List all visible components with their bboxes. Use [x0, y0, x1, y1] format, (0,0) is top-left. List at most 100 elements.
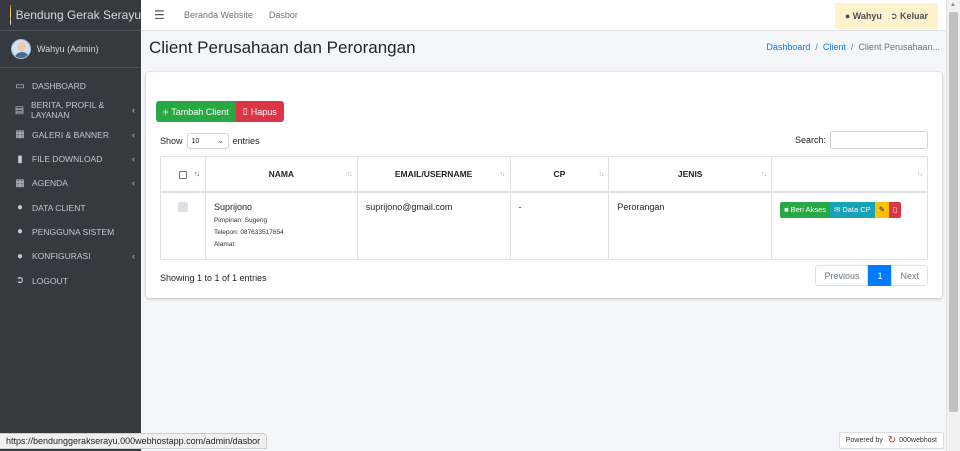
sidebar-item-label: DATA CLIENT: [32, 202, 86, 213]
image-icon: ▦: [15, 129, 25, 141]
webhost-logo-icon: ↻: [887, 435, 897, 446]
logout-icon: ➲: [15, 275, 25, 287]
cell-jenis: Perorangan: [608, 191, 773, 260]
user-panel[interactable]: Wahyu (Admin): [0, 31, 141, 68]
breadcrumb-separator: /: [815, 42, 818, 52]
sort-icon: ↑↓: [499, 171, 506, 178]
cell-nama: Suprijono Pimpinan: Sugeng Telepon: 0876…: [204, 191, 358, 260]
select-all-checkbox[interactable]: [178, 170, 187, 179]
column-actions[interactable]: ↑↓: [771, 156, 928, 193]
chevron-left-icon: ‹: [132, 129, 135, 140]
brand-logo: [10, 5, 11, 25]
top-link-beranda[interactable]: Beranda Website: [184, 10, 253, 20]
top-link-dasbor[interactable]: Dasbor: [269, 10, 298, 20]
sort-icon: ↑↓: [761, 171, 767, 178]
page-scrollbar[interactable]: ▲: [946, 0, 960, 451]
user-menu-label: Wahyu: [852, 11, 882, 21]
sidebar-item-label: DASHBOARD: [32, 81, 86, 92]
breadcrumb: Dashboard / Client / Client Perusahaan...: [766, 42, 940, 52]
column-label: EMAIL/USERNAME: [394, 168, 473, 179]
user-panel-name: Wahyu (Admin): [37, 44, 99, 54]
sidebar-item-dashboard[interactable]: ▭ DASHBOARD: [0, 74, 141, 98]
client-table: ↑↓ NAMA ↑↓ EMAIL/USERNAME ↑↓ CP ↑↓ JENIS ↑↓ …: [160, 156, 928, 260]
table-row: Suprijono Pimpinan: Sugeng Telepon: 0876…: [160, 191, 928, 260]
table-search: Search:: [795, 131, 928, 149]
breadcrumb-current: Client Perusahaan...: [858, 42, 940, 52]
brand-text: Bendung Gerak Serayu: [15, 8, 141, 22]
monitor-icon: ▭: [15, 80, 25, 92]
search-label: Search:: [794, 135, 826, 145]
column-nama[interactable]: NAMA ↑↓: [204, 156, 358, 193]
data-cp-button[interactable]: ✉ Data CP: [830, 201, 875, 218]
column-label: NAMA: [268, 168, 295, 179]
sidebar-item-label: FILE DOWNLOAD: [32, 154, 103, 165]
client-alamat: Alamat:: [213, 240, 236, 248]
powered-by-badge[interactable]: Powered by ↻ 000webhost: [838, 432, 944, 449]
sidebar-item-label: AGENDA: [32, 178, 68, 189]
search-input[interactable]: [830, 131, 928, 149]
client-name: Suprijono: [213, 201, 252, 212]
user-icon: ●: [16, 226, 24, 238]
row-action-buttons: ■ Beri Akses ✉ Data CP ✎ ▯: [780, 201, 919, 218]
pagination-next[interactable]: Next: [891, 265, 928, 286]
column-label: CP: [553, 168, 566, 179]
page-length-value: 10: [191, 137, 200, 145]
breadcrumb-separator: /: [850, 42, 854, 52]
sidebar-item-data-client[interactable]: ● DATA CLIENT: [0, 195, 141, 219]
envelope-icon: ✉: [834, 205, 841, 214]
logout-button[interactable]: ➲ Keluar: [890, 11, 928, 22]
user-menu-button[interactable]: ● Wahyu: [845, 11, 882, 21]
entries-label: entries: [232, 136, 260, 146]
grant-access-button[interactable]: ■ Beri Akses: [780, 201, 831, 218]
column-jenis[interactable]: JENIS ↑↓: [608, 156, 773, 193]
delete-label: Hapus: [250, 106, 277, 117]
brand[interactable]: Bendung Gerak Serayu: [0, 0, 141, 31]
pagination-previous[interactable]: Previous: [815, 265, 869, 286]
row-delete-button[interactable]: ▯: [888, 201, 902, 218]
add-client-button[interactable]: + Tambah Client: [156, 101, 236, 122]
grant-access-label: Beri Akses: [790, 205, 827, 214]
sidebar-item-konfigurasi[interactable]: ● KONFIGURASI ‹: [0, 244, 141, 268]
page-length-select[interactable]: 10 ⌄: [186, 133, 229, 149]
edit-button[interactable]: ✎: [874, 201, 889, 218]
sidebar-item-agenda[interactable]: ▦ AGENDA ‹: [0, 171, 141, 195]
sidebar-item-logout[interactable]: ➲ LOGOUT: [0, 268, 141, 292]
column-email[interactable]: EMAIL/USERNAME ↑↓: [356, 156, 511, 193]
sidebar-item-galeri[interactable]: ▦ GALERI & BANNER ‹: [0, 123, 141, 147]
browser-status-url: https://bendunggerakserayu.000webhostapp…: [0, 433, 268, 449]
breadcrumb-dashboard[interactable]: Dashboard: [766, 42, 810, 52]
trash-icon: ▯: [242, 106, 248, 116]
scrollbar-thumb[interactable]: [949, 12, 958, 412]
sidebar-item-berita[interactable]: ▤ BERITA, PROFIL & LAYANAN ‹: [0, 98, 141, 122]
calendar-icon: ▦: [15, 177, 25, 189]
pagination-page-1[interactable]: 1: [868, 265, 892, 286]
add-client-label: Tambah Client: [171, 106, 229, 117]
column-label: JENIS: [677, 168, 703, 179]
column-cp[interactable]: CP ↑↓: [509, 156, 610, 193]
avatar: [11, 39, 31, 59]
row-checkbox[interactable]: [177, 201, 188, 212]
cell-actions: ■ Beri Akses ✉ Data CP ✎ ▯: [771, 191, 928, 260]
client-card: + Tambah Client ▯ Hapus Show 10 ⌄ entries …: [146, 72, 942, 298]
chevron-left-icon: ‹: [132, 154, 135, 165]
data-cp-label: Data CP: [842, 205, 871, 214]
logout-label: Keluar: [899, 10, 928, 21]
sidebar-item-pengguna-sistem[interactable]: ● PENGGUNA SISTEM: [0, 220, 141, 244]
newspaper-icon: ▤: [14, 104, 25, 116]
file-icon: ▮: [17, 153, 23, 165]
select-all-header[interactable]: ↑↓: [160, 156, 206, 193]
sort-icon: ↑↓: [598, 171, 604, 178]
user-icon: ●: [16, 250, 24, 262]
client-telepon: Telepon: 087633517654: [213, 228, 284, 236]
row-select-cell: [160, 191, 206, 260]
scroll-up-arrow-icon[interactable]: ▲: [950, 2, 956, 8]
sidebar-item-file-download[interactable]: ▮ FILE DOWNLOAD ‹: [0, 147, 141, 171]
action-buttons: + Tambah Client ▯ Hapus: [156, 101, 284, 122]
chevron-left-icon: ‹: [132, 251, 135, 262]
menu-toggle-icon[interactable]: ☰: [154, 8, 168, 22]
breadcrumb-client[interactable]: Client: [823, 42, 846, 52]
sidebar-item-label: PENGGUNA SISTEM: [32, 226, 115, 237]
sidebar-item-label: KONFIGURASI: [32, 251, 91, 262]
delete-button[interactable]: ▯ Hapus: [235, 101, 284, 122]
sort-icon: ↑↓: [917, 171, 923, 178]
